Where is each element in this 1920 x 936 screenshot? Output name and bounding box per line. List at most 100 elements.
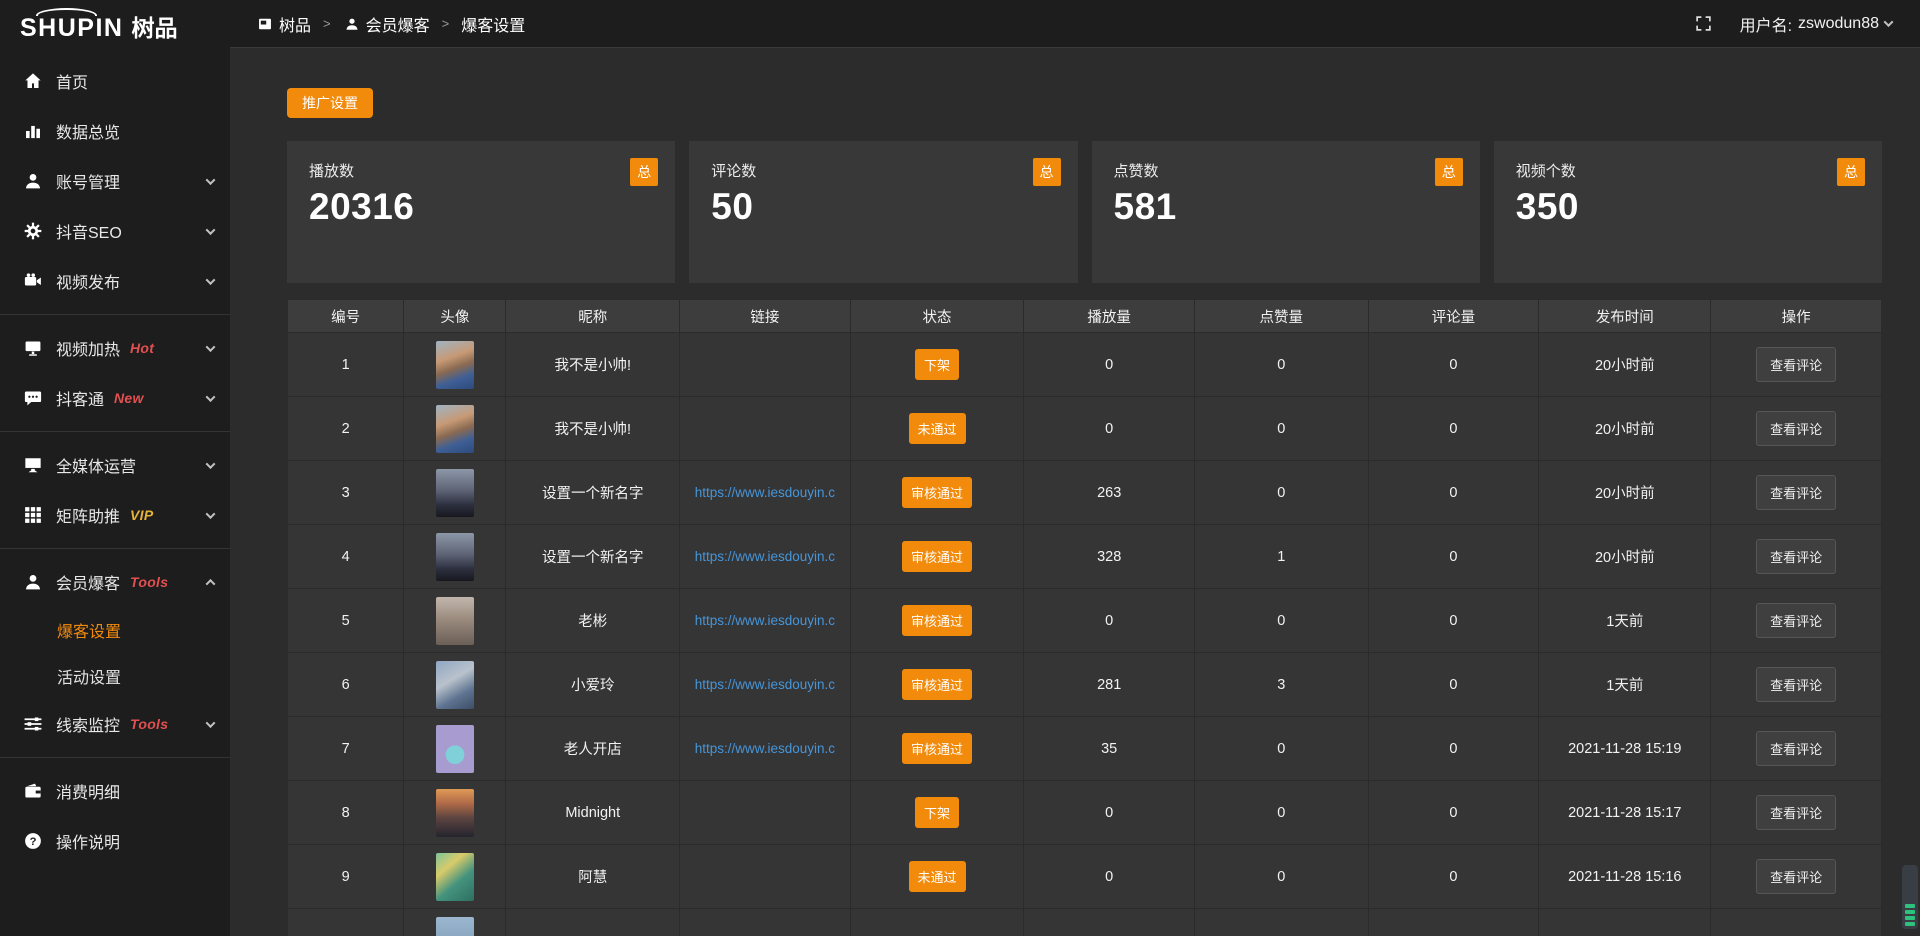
- cell-time: 2021-11-28 15:19: [1539, 717, 1711, 781]
- table-row: 8Midnight下架0002021-11-28 15:17查看评论: [288, 781, 1882, 845]
- sidebar-item-label: 消费明细: [56, 779, 120, 803]
- sidebar-subitem-14[interactable]: 活动设置: [0, 653, 230, 699]
- view-comments-button[interactable]: 查看评论: [1756, 795, 1836, 830]
- widget-bar: [1905, 922, 1915, 926]
- status-badge[interactable]: 未通过: [909, 861, 966, 892]
- cell-likes: [1194, 909, 1368, 936]
- view-comments-button[interactable]: 查看评论: [1756, 859, 1836, 894]
- stat-label: 点赞数: [1114, 160, 1458, 181]
- status-badge[interactable]: 审核通过: [902, 605, 972, 636]
- sidebar-item-12[interactable]: 会员爆客Tools: [0, 557, 230, 607]
- cell-likes: 3: [1194, 653, 1368, 717]
- cell-comments: 0: [1368, 653, 1539, 717]
- sidebar-item-15[interactable]: 线索监控Tools: [0, 699, 230, 749]
- promo-settings-button[interactable]: 推广设置: [287, 88, 373, 118]
- view-comments-button[interactable]: 查看评论: [1756, 667, 1836, 702]
- sidebar-item-badge: Tools: [130, 716, 168, 732]
- sidebar-item-10[interactable]: 矩阵助推VIP: [0, 490, 230, 540]
- video-link[interactable]: https://www.iesdouyin.c: [695, 613, 835, 628]
- main-content: 推广设置 播放数 20316 总 评论数 50 总 点赞数 581 总 视频个数…: [230, 48, 1920, 936]
- column-header: 链接: [680, 300, 851, 333]
- sidebar-item-0[interactable]: 首页: [0, 56, 230, 106]
- sidebar-item-badge: Hot: [130, 340, 154, 356]
- videos-table-wrap: 编号头像昵称链接状态播放量点赞量评论量发布时间操作 1我不是小帅!下架00020…: [287, 299, 1882, 936]
- view-comments-button[interactable]: 查看评论: [1756, 731, 1836, 766]
- sidebar-item-badge: VIP: [130, 507, 153, 523]
- breadcrumb-item-0[interactable]: 树品: [256, 12, 311, 36]
- sidebar-item-label: 首页: [56, 69, 88, 93]
- sidebar-item-2[interactable]: 账号管理: [0, 156, 230, 206]
- chevron-down-icon: [206, 392, 216, 402]
- cell-nickname: [506, 909, 680, 936]
- cell-likes: 0: [1194, 717, 1368, 781]
- cell-plays: 328: [1024, 525, 1195, 589]
- sidebar-divider: [0, 431, 230, 432]
- video-link[interactable]: https://www.iesdouyin.c: [695, 677, 835, 692]
- breadcrumb-item-1[interactable]: 会员爆客: [343, 12, 430, 36]
- status-badge[interactable]: 审核通过: [902, 477, 972, 508]
- stat-value: 350: [1516, 186, 1860, 228]
- stat-card-3: 视频个数 350 总: [1494, 141, 1882, 283]
- table-row: [288, 909, 1882, 936]
- view-comments-button[interactable]: 查看评论: [1756, 411, 1836, 446]
- home-icon: [24, 72, 42, 90]
- cell-id: [288, 909, 404, 936]
- user-icon: [24, 573, 42, 591]
- avatar: [436, 661, 474, 709]
- wallet-icon: [24, 782, 42, 800]
- sidebar-item-1[interactable]: 数据总览: [0, 106, 230, 156]
- sidebar-item-9[interactable]: 全媒体运营: [0, 440, 230, 490]
- grid-icon: [24, 506, 42, 524]
- table-row: 7老人开店https://www.iesdouyin.c审核通过35002021…: [288, 717, 1882, 781]
- status-badge[interactable]: 下架: [915, 349, 959, 380]
- cell-comments: 0: [1368, 525, 1539, 589]
- cell-likes: 0: [1194, 781, 1368, 845]
- sidebar-item-label: 抖客通: [56, 386, 104, 410]
- fullscreen-icon[interactable]: [1695, 15, 1712, 32]
- breadcrumb-item-2[interactable]: 爆客设置: [461, 12, 525, 36]
- sidebar: 首页数据总览账号管理抖音SEO视频发布视频加热Hot抖客通New 全媒体运营矩阵助…: [0, 48, 230, 936]
- avatar: [436, 341, 474, 389]
- status-badge[interactable]: 审核通过: [902, 541, 972, 572]
- stat-card-1: 评论数 50 总: [689, 141, 1077, 283]
- status-badge[interactable]: 审核通过: [902, 733, 972, 764]
- sidebar-item-3[interactable]: 抖音SEO: [0, 206, 230, 256]
- user-menu[interactable]: 用户名: zswodun88: [1740, 12, 1892, 36]
- cell-nickname: Midnight: [506, 781, 680, 845]
- column-header: 点赞量: [1194, 300, 1368, 333]
- video-link[interactable]: https://www.iesdouyin.c: [695, 485, 835, 500]
- logo-text-en: SHUPIN: [20, 16, 123, 41]
- chevron-down-icon: [206, 342, 216, 352]
- sidebar-item-6[interactable]: 视频加热Hot: [0, 323, 230, 373]
- view-comments-button[interactable]: 查看评论: [1756, 475, 1836, 510]
- view-comments-button[interactable]: 查看评论: [1756, 603, 1836, 638]
- videos-table: 编号头像昵称链接状态播放量点赞量评论量发布时间操作 1我不是小帅!下架00020…: [287, 299, 1882, 936]
- sidebar-subitem-13[interactable]: 爆客设置: [0, 607, 230, 653]
- cell-comments: 0: [1368, 717, 1539, 781]
- view-comments-button[interactable]: 查看评论: [1756, 347, 1836, 382]
- sidebar-divider: [0, 314, 230, 315]
- breadcrumb-label: 树品: [279, 12, 311, 36]
- status-badge[interactable]: 审核通过: [902, 669, 972, 700]
- chevron-down-icon: [206, 175, 216, 185]
- stat-total-badge: 总: [1033, 158, 1061, 186]
- video-link[interactable]: https://www.iesdouyin.c: [695, 741, 835, 756]
- floating-widget[interactable]: [1902, 865, 1918, 929]
- cell-plays: [1024, 909, 1195, 936]
- sidebar-item-17[interactable]: 消费明细: [0, 766, 230, 816]
- chevron-down-icon: [206, 509, 216, 519]
- sidebar-item-7[interactable]: 抖客通New: [0, 373, 230, 423]
- status-badge[interactable]: 未通过: [909, 413, 966, 444]
- view-comments-button[interactable]: 查看评论: [1756, 539, 1836, 574]
- cell-time: 2021-11-28 15:16: [1539, 845, 1711, 909]
- stat-value: 581: [1114, 186, 1458, 228]
- status-badge[interactable]: 下架: [915, 797, 959, 828]
- stat-value: 50: [711, 186, 1055, 228]
- sidebar-item-4[interactable]: 视频发布: [0, 256, 230, 306]
- chevron-down-icon: [1884, 17, 1894, 27]
- table-row: 1我不是小帅!下架00020小时前查看评论: [288, 333, 1882, 397]
- cell-time: 20小时前: [1539, 397, 1711, 461]
- stat-total-badge: 总: [1837, 158, 1865, 186]
- video-link[interactable]: https://www.iesdouyin.c: [695, 549, 835, 564]
- sidebar-item-18[interactable]: ?操作说明: [0, 816, 230, 866]
